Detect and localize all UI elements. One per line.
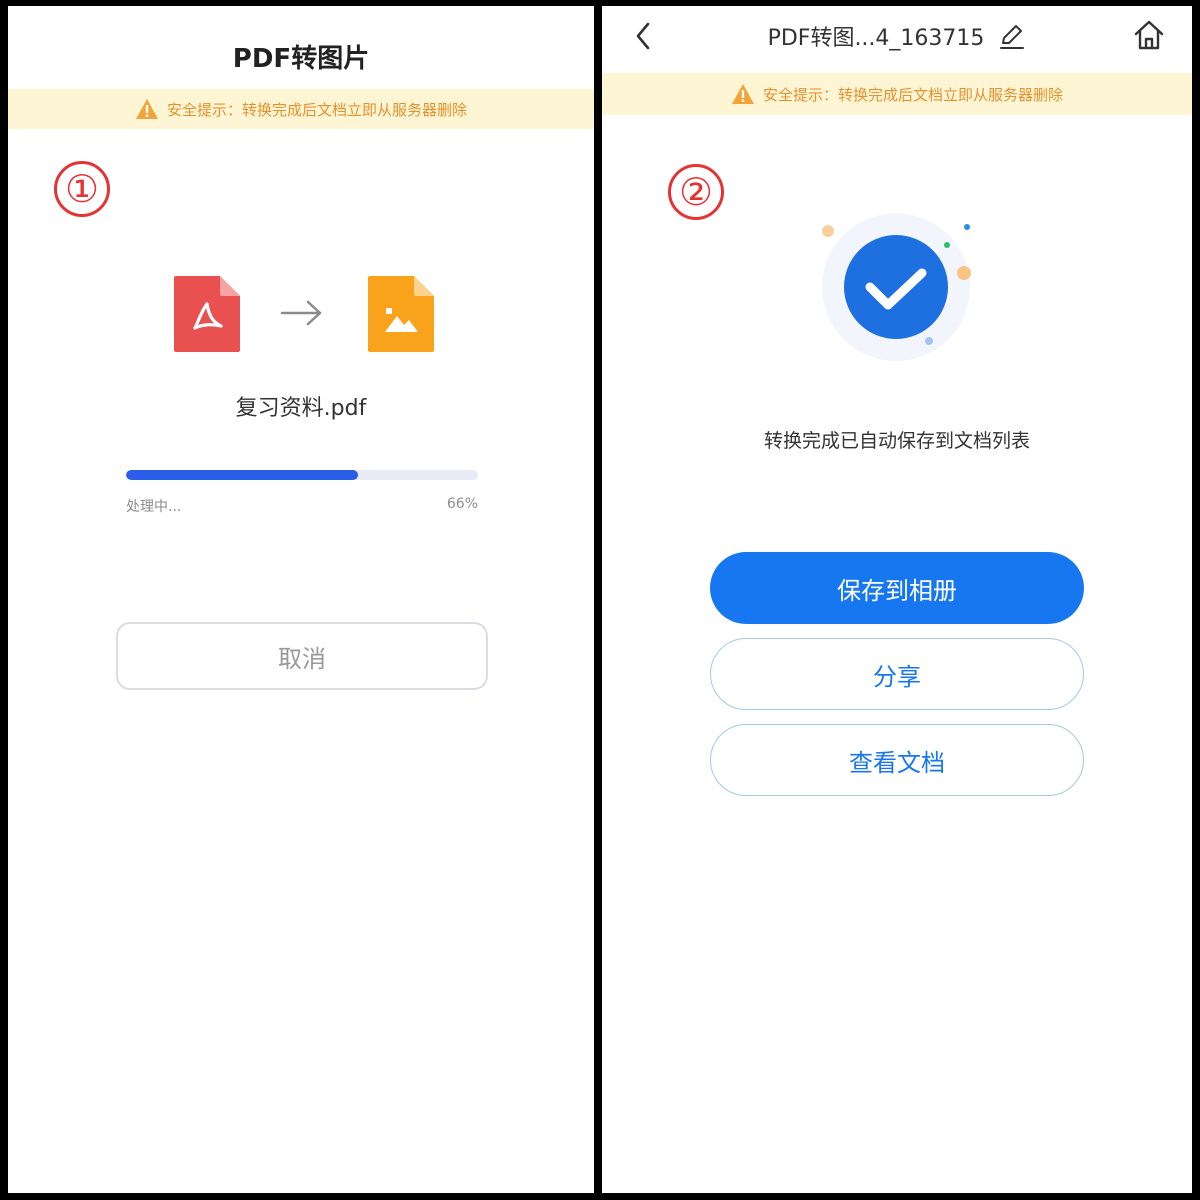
step-marker: ① — [54, 161, 110, 217]
security-banner: 安全提示：转换完成后文档立即从服务器删除 — [602, 73, 1192, 115]
page-title: PDF转图片 — [232, 44, 370, 74]
chevron-left-icon[interactable] — [632, 20, 656, 52]
progress-percent: 66% — [446, 496, 478, 512]
arrow-right-icon — [280, 300, 322, 326]
security-banner: 安全提示：转换完成后文档立即从服务器删除 — [8, 89, 594, 129]
check-circle-icon — [822, 213, 971, 361]
conversion-complete-screen: PDF转图...4_163715 安全提示：转换完成后文档立即从服务器删除 ② — [602, 6, 1192, 1193]
pencil-icon[interactable] — [998, 22, 1026, 50]
file-name: 复习资料.pdf — [235, 396, 367, 421]
home-icon[interactable] — [1132, 18, 1166, 52]
pdf-file-icon — [174, 276, 240, 352]
document-title: PDF转图...4_163715 — [742, 20, 1052, 52]
progress-bar — [126, 470, 478, 480]
warning-icon — [135, 99, 158, 119]
progress-status: 处理中... — [126, 499, 182, 515]
banner-text: 安全提示：转换完成后文档立即从服务器删除 — [762, 85, 1063, 104]
progress-fill — [126, 470, 359, 480]
image-file-icon — [368, 276, 434, 352]
success-message: 转换完成已自动保存到文档列表 — [763, 430, 1030, 452]
share-button[interactable]: 分享 — [710, 638, 1084, 710]
step-number: ① — [54, 161, 110, 217]
warning-icon — [731, 84, 754, 104]
conversion-progress-screen: PDF转图片 安全提示：转换完成后文档立即从服务器删除 ① 复习资料.pdf 处… — [8, 6, 594, 1193]
step-marker: ② — [668, 164, 724, 220]
view-document-button[interactable]: 查看文档 — [710, 724, 1084, 796]
document-title-text: PDF转图...4_163715 — [767, 26, 985, 51]
step-number: ② — [668, 164, 724, 220]
save-to-album-button[interactable]: 保存到相册 — [710, 552, 1084, 624]
cancel-button[interactable]: 取消 — [116, 622, 488, 690]
banner-text: 安全提示：转换完成后文档立即从服务器删除 — [166, 100, 467, 119]
